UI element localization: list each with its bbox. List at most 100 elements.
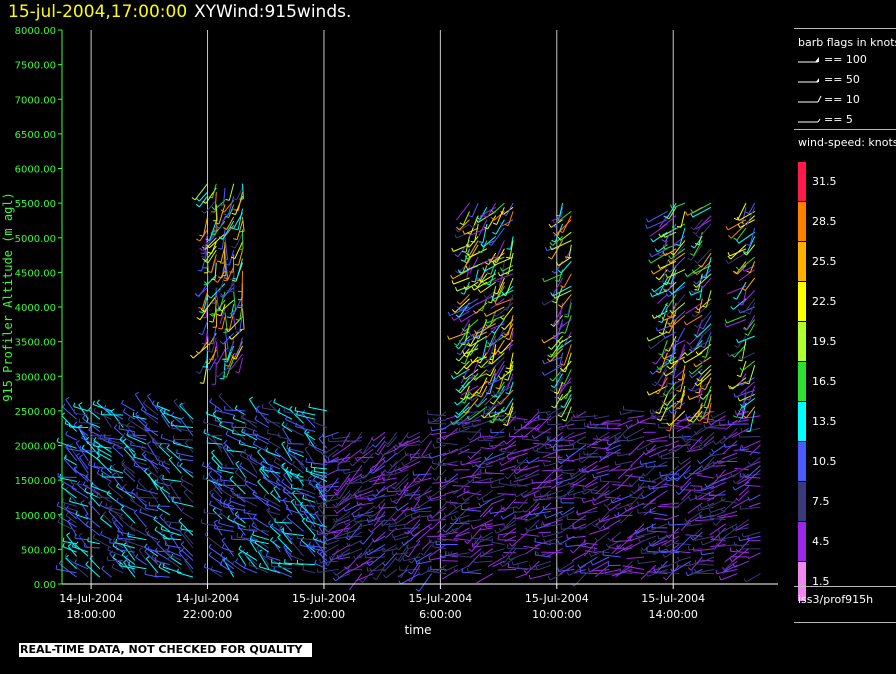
wind-barb bbox=[365, 556, 386, 559]
wind-barb bbox=[262, 407, 281, 412]
wind-barb-flag bbox=[478, 502, 482, 507]
wind-barb-flag bbox=[745, 382, 750, 385]
wind-barb-flag bbox=[225, 430, 229, 435]
x-tick-date: 14-Jul-2004 bbox=[59, 592, 123, 605]
wind-barb bbox=[612, 539, 633, 543]
wind-barb-flag bbox=[267, 437, 271, 442]
wind-barb-flag bbox=[727, 352, 730, 357]
wind-barb-flag bbox=[199, 234, 204, 237]
wind-barb-flag bbox=[249, 396, 253, 400]
wind-barb bbox=[669, 436, 691, 439]
wind-barb bbox=[474, 560, 493, 563]
wind-barb-flag bbox=[622, 434, 626, 439]
wind-barb-flag bbox=[332, 518, 337, 523]
wind-barb-flag bbox=[356, 501, 359, 506]
wind-barb-flag bbox=[481, 498, 485, 503]
wind-barb bbox=[665, 440, 680, 447]
wind-barb-flag bbox=[211, 206, 215, 211]
wind-barb bbox=[697, 373, 712, 387]
wind-barb-flag bbox=[531, 435, 535, 439]
wind-barb-flag bbox=[606, 507, 611, 511]
wind-barb bbox=[374, 469, 386, 484]
wind-barb-flag bbox=[216, 314, 222, 317]
wind-barb bbox=[234, 472, 246, 482]
wind-barb-flag bbox=[85, 561, 89, 565]
wind-barb-flag bbox=[65, 486, 69, 491]
wind-barb bbox=[597, 431, 610, 440]
y-tick-label: 7500.00 bbox=[15, 61, 56, 72]
wind-barb-flag bbox=[482, 435, 485, 440]
wind-barb-flag bbox=[217, 465, 219, 470]
wind-barb-flag bbox=[56, 437, 59, 442]
wind-barb-flag bbox=[130, 523, 133, 528]
wind-barb bbox=[218, 395, 235, 412]
wind-barb bbox=[732, 377, 747, 390]
wind-barb-flag bbox=[548, 223, 552, 228]
wind-barb-flag bbox=[460, 418, 464, 422]
wind-barb bbox=[696, 423, 715, 435]
wind-barb bbox=[737, 335, 755, 344]
wind-barb-flag bbox=[514, 493, 517, 498]
wind-barb-flag bbox=[462, 350, 465, 355]
wind-barb-flag bbox=[432, 417, 436, 422]
wind-barb-flag bbox=[232, 197, 237, 201]
colorbar-label: 31.5 bbox=[812, 175, 837, 188]
wind-barb-flag bbox=[715, 569, 718, 574]
wind-barb bbox=[593, 473, 610, 479]
wind-barb-flag bbox=[712, 440, 717, 445]
wind-barb-flag bbox=[670, 568, 674, 573]
wind-barb-flag bbox=[229, 475, 234, 480]
wind-barb-flag bbox=[544, 514, 547, 519]
wind-barb-flag bbox=[99, 501, 103, 506]
wind-barb bbox=[215, 362, 217, 385]
wind-barb-flag bbox=[511, 560, 514, 566]
wind-barb-flag bbox=[234, 405, 238, 409]
colorbar-swatch bbox=[798, 482, 806, 521]
wind-barb-flag bbox=[662, 553, 666, 558]
wind-barb bbox=[109, 553, 124, 570]
wind-barb-flag bbox=[661, 239, 666, 243]
wind-barb-flag bbox=[374, 452, 379, 456]
wind-barb bbox=[491, 498, 505, 505]
wind-barb-flag bbox=[666, 365, 671, 370]
wind-barb-flag bbox=[543, 462, 546, 467]
wind-barb-flag bbox=[499, 267, 503, 272]
wind-barb-flag bbox=[561, 419, 566, 422]
wind-barb-flag bbox=[147, 441, 152, 445]
wind-barb bbox=[701, 556, 715, 563]
y-tick-label: 8000.00 bbox=[15, 26, 56, 37]
wind-barb-flag bbox=[484, 358, 489, 361]
wind-barb-flag bbox=[159, 530, 164, 534]
wind-barb-flag bbox=[168, 456, 173, 460]
wind-barb-flag bbox=[598, 518, 601, 523]
wind-barb bbox=[573, 496, 586, 500]
wind-barb-flag bbox=[219, 552, 224, 556]
legend-divider bbox=[794, 586, 896, 587]
wind-barb bbox=[594, 510, 610, 528]
wind-barb-flag bbox=[273, 398, 276, 403]
wind-barb-flag bbox=[498, 527, 503, 532]
wind-barb-flag bbox=[737, 223, 741, 228]
wind-barb-flag bbox=[665, 273, 668, 278]
wind-barb-flag bbox=[499, 461, 503, 466]
wind-barb-flag bbox=[432, 477, 437, 481]
wind-barb-flag bbox=[692, 231, 697, 235]
wind-barb-flag bbox=[667, 315, 672, 318]
wind-barb-flag bbox=[257, 478, 261, 483]
wind-barb bbox=[438, 477, 459, 489]
wind-barb-flag bbox=[204, 281, 208, 285]
wind-barb-flag bbox=[509, 542, 513, 547]
wind-barb bbox=[223, 187, 226, 206]
wind-barb-flag bbox=[447, 311, 451, 316]
wind-barb bbox=[713, 444, 726, 454]
wind-barb bbox=[157, 507, 170, 516]
x-tick-date: 14-Jul-2004 bbox=[176, 592, 240, 605]
wind-barb bbox=[130, 499, 147, 512]
legend-barb-title: barb flags in knots bbox=[798, 36, 896, 49]
wind-barb-flag bbox=[453, 343, 458, 347]
wind-barb bbox=[160, 437, 182, 445]
legend-barb-10: == 10 bbox=[824, 93, 860, 106]
wind-barb-flag bbox=[725, 259, 729, 264]
wind-barb-flag bbox=[190, 354, 194, 359]
wind-barb-flag bbox=[248, 524, 251, 530]
